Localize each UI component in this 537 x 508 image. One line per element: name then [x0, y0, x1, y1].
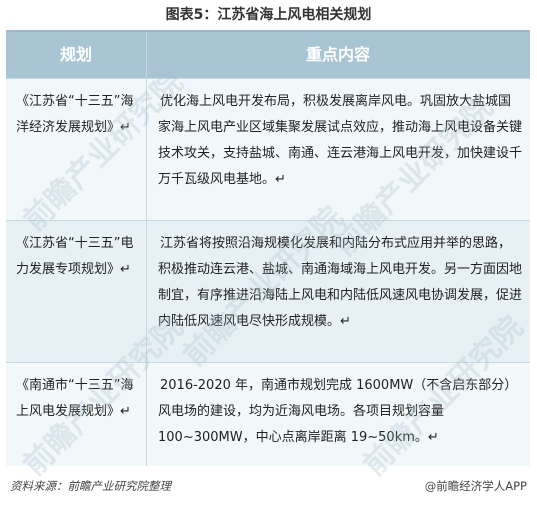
plan-cell: 《江苏省“十三五”海洋经济发展规划》↵ [16, 94, 134, 135]
plan-cell: 《南通市“十三五”海上风电发展规划》↵ [16, 378, 134, 419]
table-row: 《南通市“十三五”海上风电发展规划》↵ 2016-2020 年，南通市规划完成 … [6, 362, 530, 467]
content-cell: 2016-2020 年，南通市规划完成 1600MW（不含启东部分）风电场的建设… [158, 378, 518, 445]
header-plan: 规划 [59, 45, 92, 64]
plans-table: 规划 重点内容 《江苏省“十三五”海洋经济发展规划》↵ 优化海上风电开发布局，积… [6, 30, 530, 483]
header-content: 重点内容 [305, 45, 370, 64]
brand-label: @前瞻经济学人APP [424, 479, 527, 493]
table-row: 《江苏省“十三五”海洋经济发展规划》↵ 优化海上风电开发布局，积极发展离岸风电。… [6, 78, 530, 221]
column-divider [146, 32, 147, 466]
plan-cell: 《江苏省“十三五”电力发展专项规划》↵ [16, 236, 134, 277]
source-note: 资料来源：前瞻产业研究院整理 [10, 479, 171, 493]
content-cell: 江苏省将按照沿海规模化发展和内陆分布式应用并举的思路，积极推动连云港、盐城、南通… [158, 236, 523, 329]
page-title: 图表5：江苏省海上风电相关规划 [165, 7, 372, 23]
table-header: 规划 重点内容 [6, 32, 530, 78]
table-row: 《江苏省“十三五”电力发展专项规划》↵ 江苏省将按照沿海规模化发展和内陆分布式应… [6, 220, 530, 363]
content-cell: 优化海上风电开发布局，积极发展离岸风电。巩固放大盐城国家海上风电产业区域集聚发展… [158, 94, 523, 187]
